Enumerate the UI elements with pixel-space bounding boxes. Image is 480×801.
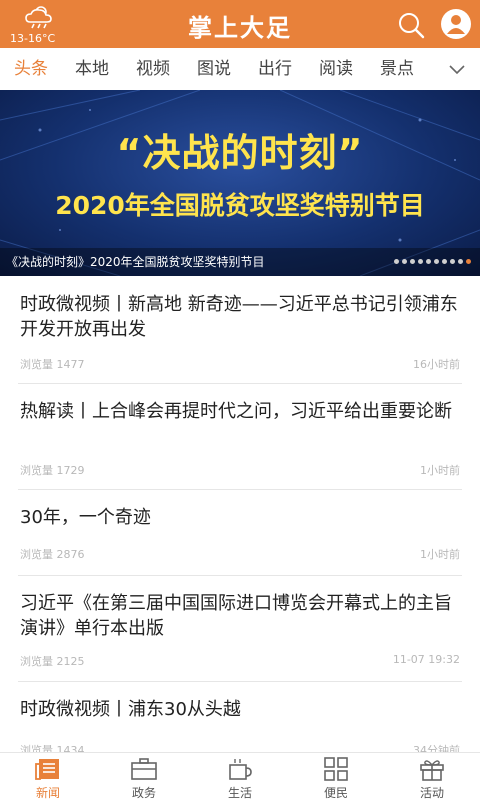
chevron-down-icon[interactable] [446,59,468,79]
news-title[interactable]: 时政微视频丨浦东30从头越 [20,697,460,722]
nav-label: 新闻 [35,786,60,800]
nav-label: 政务 [131,786,156,800]
news-list: 时政微视频丨新高地 新奇迹——习近平总书记引领浦东开发开放再出发 浏览量 147… [0,276,480,772]
news-title[interactable]: 30年，一个奇迹 [20,505,460,530]
news-views: 浏览量 2876 [20,548,85,561]
weather-widget[interactable]: 13-16°C [10,4,70,46]
cloudy-rain-icon [25,6,52,29]
cup-icon [229,759,252,780]
news-item[interactable]: 时政微视频丨新高地 新奇迹——习近平总书记引领浦东开发开放再出发 浏览量 147… [18,276,462,384]
nav-government[interactable]: 政务 [96,753,192,801]
gift-icon [420,760,444,781]
nav-news[interactable]: 新闻 [0,753,96,801]
carousel-dot[interactable] [418,259,423,264]
nav-services[interactable]: 便民 [288,753,384,801]
tab-reading[interactable]: 阅读 [308,48,364,90]
carousel-dots [394,259,474,265]
news-views: 浏览量 1477 [20,358,85,371]
news-title[interactable]: 时政微视频丨新高地 新奇迹——习近平总书记引领浦东开发开放再出发 [20,292,460,342]
bottom-nav: 新闻 政务 生活 便民 活动 [0,752,480,801]
carousel-dot[interactable] [442,259,447,264]
nav-label: 活动 [419,786,444,800]
news-title[interactable]: 热解读丨上合峰会再提时代之问，习近平给出重要论断 [20,399,460,424]
nav-events[interactable]: 活动 [384,753,480,801]
news-time: 16小时前 [413,358,460,371]
grid-icon [324,757,348,781]
banner-carousel[interactable]: “决战的时刻” 2020年全国脱贫攻坚奖特别节目 《决战的时刻》2020年全国脱… [0,90,480,276]
news-views: 浏览量 2125 [20,655,85,668]
weather-temperature: 13-16°C [10,32,56,45]
carousel-dot[interactable] [402,259,407,264]
news-item[interactable]: 习近平《在第三届中国国际进口博览会开幕式上的主旨演讲》单行本出版 浏览量 212… [18,576,462,682]
banner-headline: “决战的时刻” [116,131,364,175]
nav-life[interactable]: 生活 [192,753,288,801]
news-title[interactable]: 习近平《在第三届中国国际进口博览会开幕式上的主旨演讲》单行本出版 [20,591,460,641]
search-icon[interactable] [396,10,426,40]
banner-caption: 《决战的时刻》2020年全国脱贫攻坚奖特别节目 [6,255,265,269]
news-time: 1小时前 [420,548,460,561]
banner-subline: 2020年全国脱贫攻坚奖特别节目 [55,191,425,220]
nav-label: 生活 [227,786,252,800]
carousel-dot[interactable] [450,259,455,264]
news-time: 11-07 19:32 [392,653,460,666]
briefcase-icon [131,758,157,780]
top-bar: 13-16°C 掌上大足 [0,0,480,48]
carousel-dot[interactable] [410,259,415,264]
nav-label: 便民 [323,786,348,800]
carousel-dot[interactable] [466,259,471,264]
news-views: 浏览量 1729 [20,464,85,477]
carousel-dot[interactable] [426,259,431,264]
tab-headlines[interactable]: 头条 [3,48,59,90]
carousel-dot[interactable] [434,259,439,264]
app-title: 掌上大足 [188,13,292,42]
tab-picture[interactable]: 图说 [186,48,242,90]
news-item[interactable]: 30年，一个奇迹 浏览量 2876 1小时前 [18,490,462,576]
carousel-dot[interactable] [458,259,463,264]
newspaper-icon [35,759,59,780]
user-avatar-icon[interactable] [440,8,472,40]
category-tabs: 头条 本地 视频 图说 出行 阅读 景点 [0,48,480,90]
carousel-dot[interactable] [394,259,399,264]
tab-local[interactable]: 本地 [64,48,120,90]
tab-scenic[interactable]: 景点 [369,48,425,90]
news-item[interactable]: 热解读丨上合峰会再提时代之问，习近平给出重要论断 浏览量 1729 1小时前 [18,384,462,490]
news-time: 1小时前 [420,464,460,477]
tab-travel[interactable]: 出行 [247,48,303,90]
tab-video[interactable]: 视频 [125,48,181,90]
